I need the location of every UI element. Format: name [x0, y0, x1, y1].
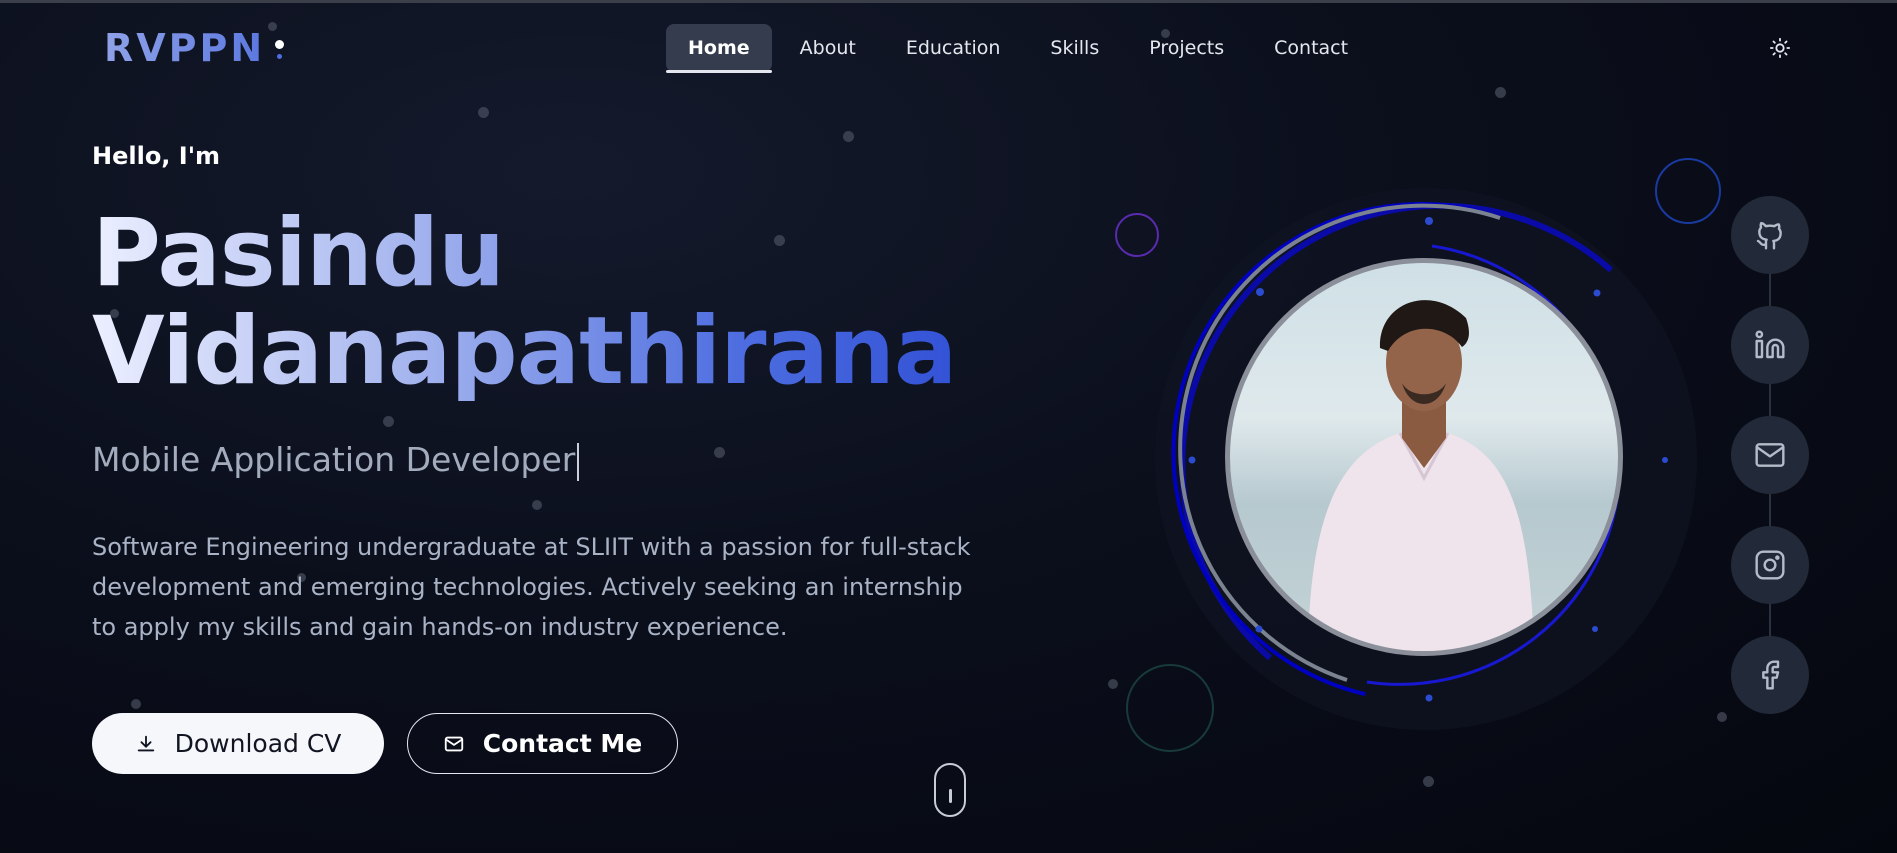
linkedin-link[interactable]: [1731, 306, 1809, 384]
name-first: Pasindu: [92, 199, 505, 308]
nav-education[interactable]: Education: [884, 24, 1023, 72]
hero-name: Pasindu Vidanapathirana: [92, 205, 956, 401]
email-link[interactable]: [1731, 416, 1809, 494]
instagram-icon: [1755, 550, 1785, 580]
mail-icon: [1755, 443, 1785, 467]
logo-dots: [273, 30, 291, 66]
main-nav: Home About Education Skills Projects Con…: [666, 23, 1370, 73]
nav-skills[interactable]: Skills: [1028, 24, 1121, 72]
scroll-down-indicator[interactable]: [934, 763, 966, 817]
nav-projects[interactable]: Projects: [1127, 24, 1246, 72]
download-cv-label: Download CV: [174, 729, 342, 758]
sun-icon: [1769, 37, 1791, 59]
linkedin-icon: [1755, 330, 1785, 359]
role-text: Mobile Application Developer: [92, 440, 576, 479]
logo[interactable]: RVPPN: [104, 26, 291, 70]
facebook-link[interactable]: [1731, 636, 1809, 714]
contact-me-button[interactable]: Contact Me: [407, 713, 678, 774]
role-title: Mobile Application Developer: [92, 440, 580, 481]
logo-text: RVPPN: [104, 26, 266, 70]
download-cv-button[interactable]: Download CV: [92, 713, 384, 774]
github-icon: [1756, 221, 1782, 250]
profile-photo: [1225, 258, 1623, 656]
instagram-link[interactable]: [1731, 526, 1809, 604]
greeting: Hello, I'm: [92, 142, 221, 170]
nav-home[interactable]: Home: [666, 24, 772, 73]
typing-cursor: [577, 442, 580, 481]
contact-me-label: Contact Me: [482, 729, 643, 758]
top-border: [0, 0, 1897, 3]
theme-toggle-button[interactable]: [1766, 34, 1794, 62]
nav-contact[interactable]: Contact: [1252, 24, 1370, 72]
nav-about[interactable]: About: [778, 24, 878, 72]
mail-icon: [444, 736, 463, 751]
github-link[interactable]: [1731, 196, 1809, 274]
bio-text: Software Engineering undergraduate at SL…: [92, 533, 971, 641]
name-last: Vidanapathirana: [92, 297, 957, 406]
facebook-icon: [1762, 660, 1780, 690]
download-icon: [137, 735, 154, 751]
